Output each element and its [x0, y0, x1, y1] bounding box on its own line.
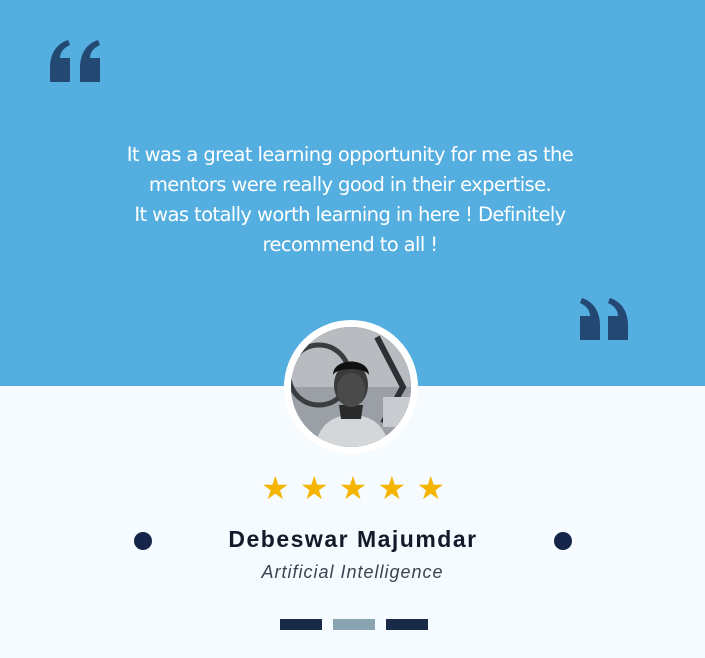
star-icon: ★	[299, 470, 329, 506]
testimonial-quote: It was a great learning opportunity for …	[100, 140, 600, 260]
star-icon: ★	[377, 470, 407, 506]
testimonial-card: It was a great learning opportunity for …	[0, 0, 705, 658]
pagination-bar-1[interactable]	[280, 619, 322, 630]
carousel-pagination	[280, 619, 428, 631]
decorative-dot	[554, 532, 572, 550]
star-icon: ★	[416, 470, 445, 506]
quote-line: It was a great learning opportunity for …	[126, 143, 574, 166]
author-row: Debeswar Majumdar	[130, 524, 576, 558]
close-quote-icon	[580, 298, 628, 340]
rating-stars: ★ ★ ★ ★ ★	[261, 470, 445, 506]
author-role: Artificial Intelligence	[261, 562, 444, 582]
avatar	[291, 327, 411, 447]
pagination-bar-2[interactable]	[333, 619, 375, 630]
pagination-bar-3[interactable]	[386, 619, 428, 630]
quote-line: It was totally worth learning in here ! …	[134, 203, 566, 226]
star-icon: ★	[261, 470, 290, 506]
avatar-frame	[284, 320, 418, 454]
quote-line: mentors were really good in their expert…	[148, 173, 552, 196]
open-quote-icon	[50, 40, 100, 82]
author-name: Debeswar Majumdar	[228, 526, 478, 552]
avatar-photo	[291, 327, 411, 447]
star-icon: ★	[338, 470, 368, 506]
quote-line: recommend to all !	[262, 233, 439, 256]
